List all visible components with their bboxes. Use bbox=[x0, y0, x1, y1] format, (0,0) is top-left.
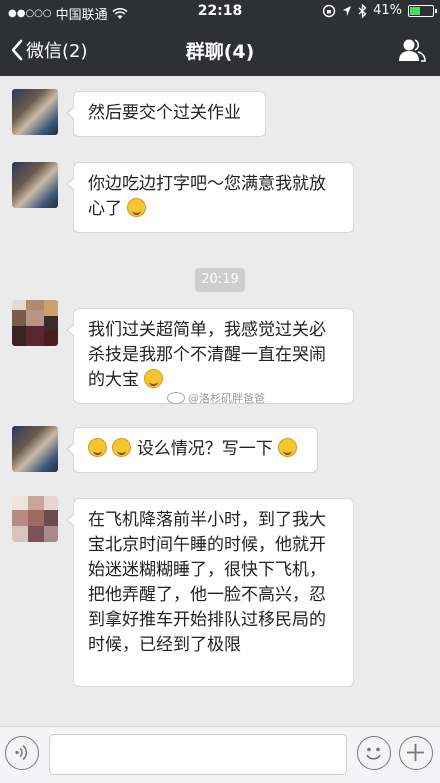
thinking-face-icon bbox=[278, 438, 298, 457]
watermark-text: @洛杉矶胖爸爸 bbox=[188, 392, 265, 405]
message-bubble[interactable]: 在飞机降落前半小时，到了我大宝北京时间午睡的时候，他就开始迷迷糊糊睡了，很快下飞… bbox=[66, 498, 354, 687]
smiling-face-icon bbox=[127, 198, 147, 217]
emoji-button[interactable] bbox=[357, 736, 391, 770]
status-bar: ●●○○○ 中国联通 22:18 41% bbox=[0, 0, 440, 24]
hushed-face-icon bbox=[88, 438, 107, 457]
avatar[interactable] bbox=[12, 496, 58, 542]
page-title: 群聊(4) bbox=[185, 41, 255, 63]
plus-icon bbox=[407, 744, 424, 761]
message-text: 然后要交个过关作业 bbox=[88, 103, 241, 123]
message-bubble[interactable]: 然后要交个过关作业 bbox=[66, 91, 266, 137]
timestamp-badge: 20:19 bbox=[195, 268, 245, 292]
message-text: 在飞机降落前半小时，到了我大宝北京时间午睡的时候，他就开始迷迷糊糊睡了，很快下飞… bbox=[88, 510, 326, 655]
voice-input-button[interactable] bbox=[5, 736, 39, 770]
status-right: 41% bbox=[322, 3, 437, 18]
message-text: 你边吃边打字吧～您满意我就放心了 bbox=[88, 174, 326, 219]
battery-fill bbox=[410, 6, 420, 15]
message-bubble[interactable]: 设么情况？写一下 bbox=[66, 427, 318, 473]
voice-icon bbox=[15, 744, 28, 761]
grinning-face-icon bbox=[112, 438, 132, 457]
smiley-icon bbox=[366, 747, 381, 760]
message-text: 我们过关超简单，我感觉过关必杀技是我那个不清醒一直在哭闹的大宝 bbox=[88, 320, 326, 390]
watermark: @洛杉矶胖爸爸 bbox=[167, 390, 265, 406]
avatar[interactable] bbox=[12, 89, 58, 135]
more-button[interactable] bbox=[399, 736, 433, 770]
message-bubble[interactable]: 你边吃边打字吧～您满意我就放心了 bbox=[66, 162, 354, 233]
avatar[interactable] bbox=[12, 300, 58, 346]
battery-icon bbox=[408, 4, 437, 17]
orientation-lock-icon bbox=[322, 4, 336, 17]
group-info-icon[interactable] bbox=[398, 36, 426, 64]
navigation-bar: 微信(2) 群聊(4) bbox=[0, 24, 440, 76]
weibo-logo-icon bbox=[167, 392, 185, 404]
crazy-face-icon bbox=[144, 369, 164, 388]
battery-percentage: 41% bbox=[373, 3, 402, 18]
bluetooth-icon bbox=[358, 3, 367, 18]
location-icon bbox=[343, 5, 352, 16]
avatar[interactable] bbox=[12, 426, 58, 472]
message-input[interactable] bbox=[49, 734, 347, 775]
message-text: 设么情况？写一下 bbox=[136, 439, 273, 459]
avatar[interactable] bbox=[12, 162, 58, 208]
input-bar bbox=[0, 726, 440, 783]
